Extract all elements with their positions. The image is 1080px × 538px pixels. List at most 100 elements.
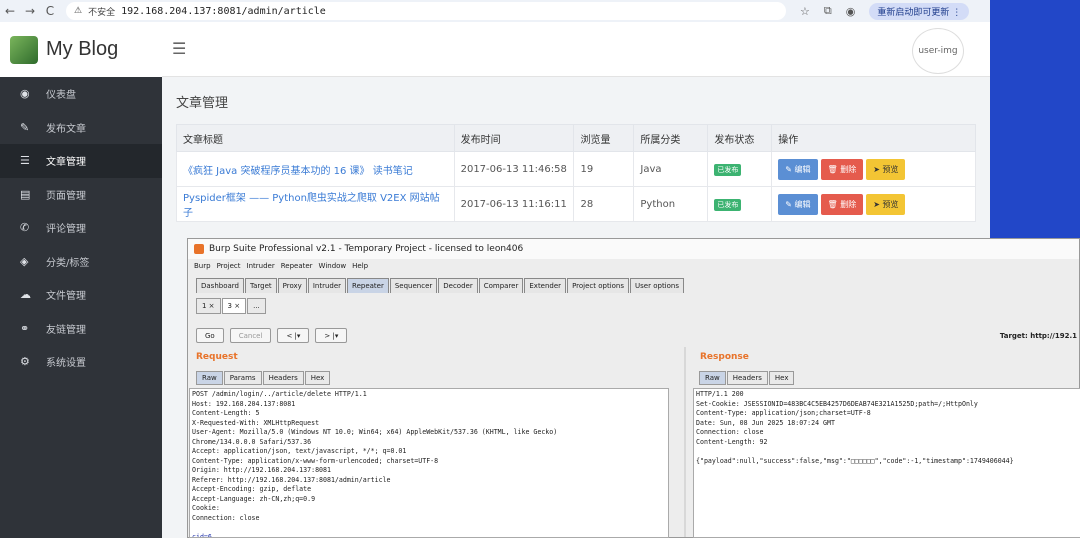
- sidebar-item[interactable]: ⚭ 友链管理: [0, 312, 162, 346]
- history-back-button[interactable]: < |▾: [277, 328, 310, 343]
- request-tab[interactable]: Params: [223, 371, 262, 385]
- tab-user-options[interactable]: User options: [630, 278, 684, 293]
- menu-item[interactable]: Repeater: [281, 262, 313, 270]
- response-tab[interactable]: Hex: [768, 371, 795, 385]
- preview-button[interactable]: ➤ 预览: [866, 158, 906, 180]
- delete-label: 删除: [840, 199, 857, 209]
- tab-dashboard[interactable]: Dashboard: [196, 278, 244, 293]
- tab-repeater[interactable]: Repeater: [347, 278, 389, 293]
- request-tab[interactable]: Hex: [304, 371, 331, 385]
- profile-icon[interactable]: ◉: [846, 5, 856, 18]
- warning-icon: ⚠: [74, 6, 83, 16]
- burp-titlebar: Burp Suite Professional v2.1 - Temporary…: [188, 239, 1079, 259]
- response-viewer[interactable]: HTTP/1.1 200 Set-Cookie: JSESSIONID=483BC…: [693, 388, 1080, 538]
- article-category: Python: [633, 186, 709, 222]
- table-row: 《疯狂 Java 突破程序员基本功的 16 课》 读书笔记 2017-06-13 …: [176, 151, 976, 187]
- delete-button[interactable]: 🗑 删除: [820, 193, 864, 215]
- article-ops: ✎ 编辑 🗑 删除 ➤ 预览: [771, 151, 976, 187]
- cancel-button[interactable]: Cancel: [229, 328, 272, 343]
- tab-extender[interactable]: Extender: [524, 278, 567, 293]
- top-bar: ☰ user-img: [162, 22, 990, 77]
- response-tab[interactable]: Raw: [699, 371, 726, 385]
- preview-button[interactable]: ➤ 预览: [866, 193, 906, 215]
- request-tabs: Raw Params Headers Hex: [196, 371, 331, 385]
- extension-icon[interactable]: ⧉: [824, 4, 832, 18]
- sidebar-item[interactable]: ◈ 分类/标签: [0, 245, 162, 279]
- tab-project-options[interactable]: Project options: [567, 278, 630, 293]
- sidebar-item-icon: ✎: [20, 120, 30, 134]
- edit-button[interactable]: ✎ 编辑: [778, 158, 818, 180]
- article-title-link[interactable]: Pyspider框架 —— Python爬虫实战之爬取 V2EX 网站帖子: [176, 186, 455, 222]
- request-line: POST /admin/login/../article/delete HTTP…: [192, 390, 367, 398]
- edit-button[interactable]: ✎ 编辑: [778, 193, 818, 215]
- target-label[interactable]: Target: http://192.1: [1000, 332, 1077, 340]
- article-views: 28: [573, 186, 635, 222]
- sidebar-item-icon: ⚙: [20, 355, 30, 369]
- address-bar[interactable]: ⚠ 不安全 192.168.204.137:8081/admin/article: [66, 2, 786, 20]
- article-title-link[interactable]: 《疯狂 Java 突破程序员基本功的 16 课》 读书笔记: [176, 151, 455, 187]
- url-text[interactable]: 192.168.204.137:8081/admin/article: [121, 6, 326, 17]
- sidebar-item-label: 文章管理: [46, 157, 86, 169]
- response-tab[interactable]: Headers: [726, 371, 768, 385]
- request-line: Referer: http://192.168.204.137:8081/adm…: [192, 475, 391, 484]
- go-button[interactable]: Go: [196, 328, 224, 343]
- tab-decoder[interactable]: Decoder: [438, 278, 478, 293]
- sidebar-item[interactable]: ✆ 评论管理: [0, 211, 162, 245]
- star-icon[interactable]: ☆: [800, 5, 810, 18]
- tab-comparer[interactable]: Comparer: [478, 278, 524, 293]
- request-editor[interactable]: POST /admin/login/../article/delete HTTP…: [189, 388, 669, 538]
- tab-intruder[interactable]: Intruder: [307, 278, 347, 293]
- history-forward-button[interactable]: > |▾: [315, 328, 348, 343]
- request-line: cid=6: [192, 532, 212, 538]
- tab-proxy[interactable]: Proxy: [277, 278, 307, 293]
- repeater-tabs: 1 × 3 ×...: [196, 298, 267, 314]
- update-button[interactable]: 重新启动即可更新 ⋮: [869, 2, 970, 20]
- menu-item[interactable]: Window: [319, 262, 347, 270]
- request-line: Content-Length: 5: [192, 409, 260, 417]
- back-icon[interactable]: ←: [0, 4, 20, 18]
- sidebar-item-icon: ☰: [20, 154, 30, 168]
- reload-icon[interactable]: C: [40, 4, 60, 18]
- request-tab[interactable]: Raw: [196, 371, 223, 385]
- request-line: Accept-Encoding: gzip, deflate: [192, 485, 312, 493]
- repeater-tab[interactable]: ...: [247, 298, 266, 314]
- request-line: Origin: http://192.168.204.137:8081: [192, 466, 331, 474]
- burp-title: Burp Suite Professional v2.1 - Temporary…: [209, 244, 524, 254]
- security-label: 不安全: [88, 7, 116, 18]
- sidebar-item[interactable]: ☰ 文章管理: [0, 144, 162, 178]
- forward-icon[interactable]: →: [20, 4, 40, 18]
- tab-target[interactable]: Target: [244, 278, 277, 293]
- sidebar-item[interactable]: ☁ 文件管理: [0, 278, 162, 312]
- response-line: Set-Cookie: JSESSIONID=483BC4C5EB4257D6D…: [696, 399, 978, 408]
- sidebar-item[interactable]: ◉ 仪表盘: [0, 77, 162, 111]
- response-line: [696, 447, 1078, 457]
- repeater-tab[interactable]: 3 ×: [221, 298, 247, 314]
- menu-item[interactable]: Burp: [194, 262, 211, 270]
- request-title: Request: [196, 352, 238, 362]
- sidebar-item[interactable]: ✎ 发布文章: [0, 111, 162, 145]
- menu-item[interactable]: Project: [217, 262, 241, 270]
- burp-app-icon: [194, 244, 204, 254]
- burp-menubar: Burp Project Intruder Repeater Window Help: [188, 259, 1079, 273]
- repeater-controls: Go Cancel < |▾ > |▾: [196, 328, 348, 343]
- edit-label: 编辑: [794, 199, 811, 209]
- pane-divider[interactable]: [684, 347, 686, 537]
- repeater-tab[interactable]: 1 ×: [196, 298, 221, 314]
- brand[interactable]: My Blog: [0, 22, 162, 77]
- sidebar-item-icon: ◈: [20, 254, 29, 268]
- avatar[interactable]: user-img: [912, 28, 964, 74]
- delete-button[interactable]: 🗑 删除: [820, 158, 864, 180]
- sidebar-item[interactable]: ⚙ 系统设置: [0, 345, 162, 379]
- request-tab[interactable]: Headers: [262, 371, 304, 385]
- column-header: 浏览量: [573, 124, 635, 152]
- status-badge: 已发布: [714, 198, 742, 211]
- sidebar-item-label: 仪表盘: [46, 90, 76, 102]
- menu-item[interactable]: Help: [352, 262, 368, 270]
- hamburger-icon[interactable]: ☰: [172, 39, 186, 58]
- sidebar-item[interactable]: ▤ 页面管理: [0, 178, 162, 212]
- sidebar-item-label: 分类/标签: [46, 257, 90, 269]
- menu-item[interactable]: Intruder: [247, 262, 275, 270]
- table-body: 《疯狂 Java 突破程序员基本功的 16 课》 读书笔记 2017-06-13 …: [176, 151, 976, 222]
- request-line: [192, 523, 666, 533]
- tab-sequencer[interactable]: Sequencer: [389, 278, 438, 293]
